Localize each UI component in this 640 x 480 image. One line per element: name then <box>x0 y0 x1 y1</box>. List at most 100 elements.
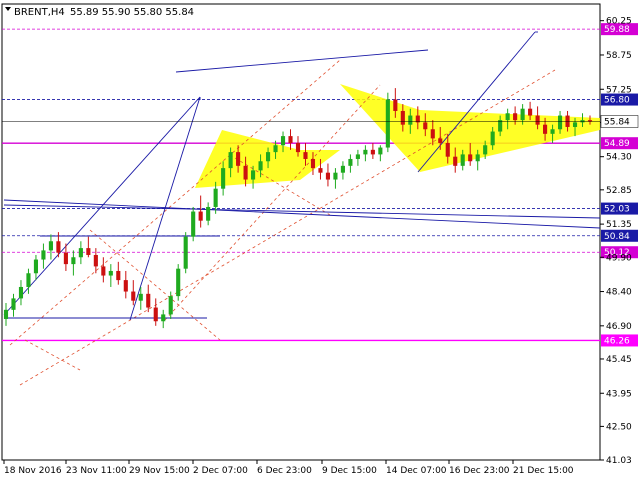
candle-body <box>280 136 286 146</box>
y-tick-label: 43.95 <box>606 389 632 399</box>
candle-body <box>348 158 353 166</box>
y-tick-label: 57.25 <box>606 85 632 95</box>
candle-body <box>468 154 473 162</box>
candle-body <box>228 152 233 169</box>
candle-body <box>513 113 518 121</box>
candle-body <box>48 241 53 251</box>
candle-body <box>535 115 540 125</box>
level-label: 50.84 <box>604 232 630 242</box>
candle-body <box>430 129 435 139</box>
candle-body <box>355 154 360 159</box>
y-tick-label: 42.50 <box>606 422 632 432</box>
candle-body <box>251 170 256 180</box>
y-tick-label: 54.30 <box>606 153 632 163</box>
candle-body <box>393 99 398 111</box>
x-tick-label: 21 Dec 15:00 <box>513 466 574 476</box>
chart-background <box>0 0 640 480</box>
candle-body <box>63 252 68 265</box>
level-label: 56.80 <box>604 96 630 106</box>
x-tick-label: 9 Dec 15:00 <box>322 466 377 476</box>
candle-body <box>11 298 16 310</box>
price-chart: 59.8856.8054.8952.0350.8450.1246.26 60.2… <box>0 0 640 480</box>
candle-body <box>528 108 533 116</box>
candle-body <box>93 254 98 267</box>
candle-body <box>550 129 555 134</box>
candle-body <box>213 188 218 207</box>
y-tick-label: 49.90 <box>606 253 632 263</box>
candle-body <box>557 115 563 130</box>
candle-body <box>325 172 331 180</box>
candle-body <box>295 142 301 153</box>
ohlc-values: 55.89 55.90 55.80 55.84 <box>70 7 194 18</box>
candle-body <box>423 122 428 130</box>
y-tick-label: 52.85 <box>606 186 632 196</box>
y-tick-label: 41.03 <box>606 456 632 466</box>
candle-body <box>543 124 548 134</box>
candle-body <box>520 108 525 121</box>
candle-body <box>153 307 158 322</box>
candle-body <box>236 152 241 166</box>
candle-body <box>400 110 405 125</box>
candle-body <box>108 270 113 276</box>
candle-body <box>33 259 39 274</box>
x-tick-label: 6 Dec 23:00 <box>257 466 312 476</box>
x-tick-label: 16 Dec 23:00 <box>449 466 510 476</box>
x-tick-label: 2 Dec 07:00 <box>193 466 248 476</box>
candle-body <box>123 280 128 292</box>
candle-body <box>56 241 61 253</box>
candle-body <box>498 120 503 132</box>
x-tick-label: 18 Nov 2016 <box>4 466 62 476</box>
candle-body <box>221 168 226 189</box>
candle-body <box>206 206 211 221</box>
candle-body <box>26 273 31 287</box>
candle-body <box>146 293 151 308</box>
candle-body <box>18 286 24 299</box>
candle-body <box>243 165 248 180</box>
candle-body <box>475 154 480 162</box>
candle-body <box>453 156 458 166</box>
x-tick-label: 23 Nov 11:00 <box>66 466 127 476</box>
level-label: 54.89 <box>604 139 630 149</box>
candle-body <box>385 99 390 148</box>
symbol-label: BRENT,H4 <box>14 7 65 18</box>
candle-body <box>116 270 121 281</box>
level-label: 46.26 <box>604 336 630 346</box>
candle-body <box>505 113 510 121</box>
candle-body <box>340 165 345 173</box>
y-tick-label: 45.45 <box>606 355 632 365</box>
chart-header: BRENT,H4 55.89 55.90 55.80 55.84 <box>5 7 194 18</box>
candle-body <box>161 314 166 322</box>
y-tick-label: 46.90 <box>606 322 632 332</box>
candle-body <box>176 268 181 297</box>
candle-body <box>408 115 413 125</box>
candle-body <box>333 172 338 180</box>
candle-body <box>273 145 278 153</box>
candle-body <box>131 291 136 301</box>
candle-body <box>370 149 375 155</box>
candle-body <box>378 147 383 155</box>
candle-body <box>483 145 488 155</box>
candle-body <box>41 250 46 260</box>
candle-body <box>78 248 83 258</box>
candle-body <box>572 122 578 127</box>
candle-body <box>318 168 323 173</box>
candle-body <box>71 257 76 265</box>
x-tick-label: 14 Dec 07:00 <box>386 466 447 476</box>
x-tick-label: 29 Nov 15:00 <box>129 466 190 476</box>
candle-body <box>101 266 106 276</box>
candle-body <box>445 142 450 157</box>
candle-body <box>265 152 271 162</box>
candle-body <box>168 296 173 315</box>
candle-body <box>288 136 293 143</box>
y-tick-label: 60.25 <box>606 17 632 27</box>
level-label: 52.03 <box>604 205 630 215</box>
candle-body <box>191 211 196 237</box>
candle-body <box>138 293 143 301</box>
candle-body <box>460 154 465 166</box>
candle-body <box>363 149 368 155</box>
candle-body <box>258 161 263 171</box>
candle-body <box>490 131 495 146</box>
candle-body <box>310 158 316 169</box>
current-price-label: 55.84 <box>604 117 630 127</box>
y-tick-label: 58.75 <box>606 51 632 61</box>
